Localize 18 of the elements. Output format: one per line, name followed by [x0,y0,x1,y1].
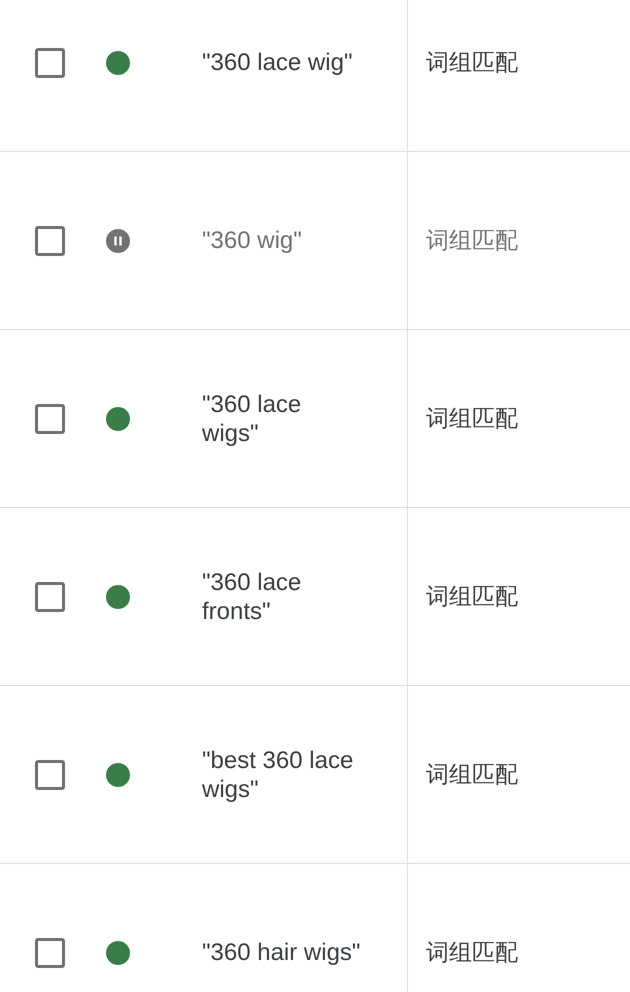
keyword-text: "360 wig" [202,226,302,255]
match-type-text: 词组匹配 [426,760,518,789]
keyword-text: "best 360 lace wigs" [202,746,354,804]
match-type-text: 词组匹配 [426,48,518,77]
keyword-text: "360 lace wig" [202,48,352,77]
keyword-text: "360 lace fronts" [202,568,302,626]
keyword-text: "360 hair wigs" [202,938,360,967]
match-type-text: 词组匹配 [426,404,518,433]
keyword-text: "360 lace wigs" [202,390,302,448]
row-checkbox[interactable] [35,760,65,790]
match-type-text: 词组匹配 [426,938,518,967]
row-checkbox[interactable] [35,404,65,434]
row-checkbox[interactable] [35,938,65,968]
match-type-text: 词组匹配 [426,582,518,611]
row-checkbox[interactable] [35,48,65,78]
match-type-text: 词组匹配 [426,226,518,255]
row-checkbox[interactable] [35,226,65,256]
row-checkbox[interactable] [35,582,65,612]
